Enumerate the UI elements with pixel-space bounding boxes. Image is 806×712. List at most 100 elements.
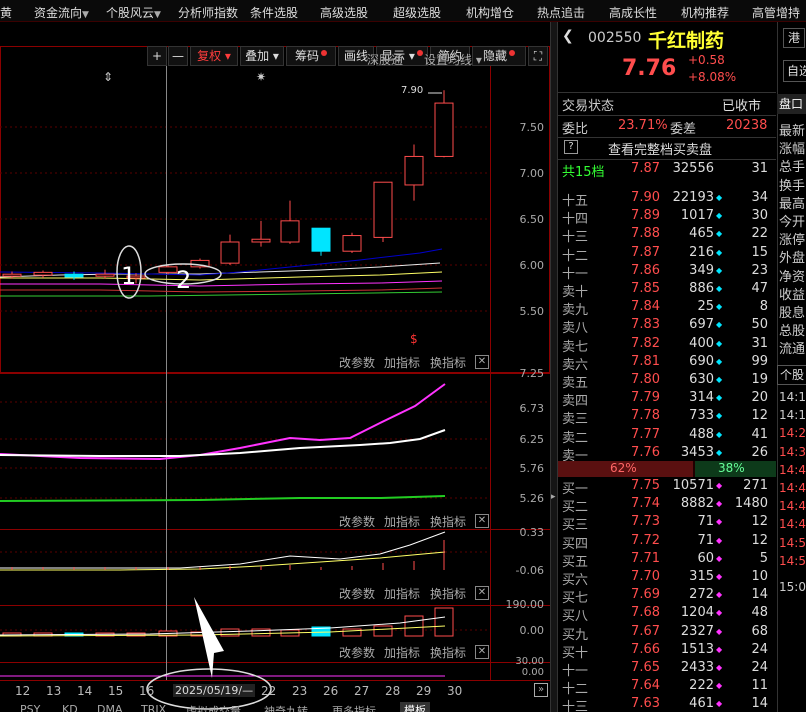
order-count: 11 — [751, 678, 768, 694]
marker-2: 2 — [176, 266, 192, 294]
ind1-add-indicator[interactable]: 加指标 — [384, 354, 420, 371]
menu-item-zijin[interactable]: 资金流向▼ — [34, 4, 89, 21]
buy-row[interactable]: 买二 7.74 8882 ◆ 1480 — [558, 496, 776, 515]
order-level: 卖四 — [562, 394, 589, 410]
sell-row[interactable]: 十四 7.89 1017 ◆ 30 — [558, 208, 776, 227]
ind1-close-icon[interactable]: ✕ — [475, 355, 489, 369]
ma-setting-dropdown[interactable]: 设置均线 ▾ — [424, 51, 482, 68]
ind1-swap-indicator[interactable]: 换指标 — [430, 354, 466, 371]
menu-item-tiaojian[interactable]: 条件选股 — [250, 4, 298, 21]
menu-item-jigou[interactable]: 机构增仓 — [466, 4, 514, 21]
tab-virtual-volume[interactable]: 虚拟成交量 — [186, 703, 241, 712]
tab-pankou[interactable]: 盘口 — [777, 94, 806, 114]
buy-row[interactable]: 买七 7.69 272 ◆ 14 — [558, 587, 776, 607]
menu-item-0[interactable]: 黄 — [0, 4, 12, 21]
buy-row[interactable]: 十三 7.63 461 ◆ 14 — [558, 696, 776, 712]
ind2-add-indicator[interactable]: 加指标 — [384, 513, 420, 530]
buy-row[interactable]: 十一 7.65 2433 ◆ 24 — [558, 660, 776, 679]
buy-row[interactable]: 买十 7.66 1513 ◆ 24 — [558, 642, 776, 661]
tab-trix[interactable]: TRIX — [141, 703, 166, 712]
sell-row[interactable]: 卖五 7.80 630 ◆ 19 — [558, 372, 776, 391]
kline-chart-svg[interactable] — [0, 22, 550, 712]
sell-row[interactable]: 十一 7.86 349 ◆ 23 — [558, 263, 776, 282]
stock-change: +0.58 — [688, 53, 725, 67]
ind2-edit-params[interactable]: 改参数 — [339, 513, 375, 530]
sell-row[interactable]: 卖十 7.85 886 ◆ 47 — [558, 281, 776, 300]
overlay-dropdown[interactable]: 叠加 ▾ — [240, 46, 284, 66]
ind3-close-icon[interactable]: ✕ — [475, 586, 489, 600]
tab-more-indicators[interactable]: 更多指标 — [332, 703, 376, 712]
sell-row[interactable]: 卖九 7.84 25 ◆ 8 — [558, 299, 776, 318]
tab-magic-nine[interactable]: 神奇九转 — [264, 703, 308, 712]
x-tick: 22 — [261, 684, 277, 698]
ind2-swap-indicator[interactable]: 换指标 — [430, 513, 466, 530]
tab-kd[interactable]: KD — [62, 703, 78, 712]
order-count: 48 — [751, 605, 768, 621]
help-icon[interactable]: ? — [564, 140, 578, 154]
order-level: 卖七 — [562, 339, 589, 355]
scroll-right-icon[interactable]: » — [534, 683, 548, 697]
ind2-close-icon[interactable]: ✕ — [475, 514, 489, 528]
buy-row[interactable]: 买一 7.75 10571 ◆ 271 — [558, 478, 776, 497]
tab-gegu[interactable]: 个股 — [777, 365, 806, 385]
ind4-add-indicator[interactable]: 加指标 — [384, 644, 420, 661]
full-order-book-link[interactable]: 查看完整档买卖盘 — [608, 139, 712, 158]
shenggutong-link[interactable]: 深股通 — [367, 51, 403, 68]
zoom-out-button[interactable]: — — [168, 46, 188, 66]
x-tick: 27 — [354, 684, 370, 698]
buy-row[interactable]: 买四 7.72 71 ◆ 12 — [558, 532, 776, 552]
menu-item-jigoutuijian[interactable]: 机构推荐 — [681, 4, 729, 21]
buy-row[interactable]: 买八 7.68 1204 ◆ 48 — [558, 605, 776, 624]
expand-icon[interactable]: ⛶ — [528, 46, 548, 66]
buy-row[interactable]: 买三 7.73 71 ◆ 12 — [558, 514, 776, 533]
order-level: 买七 — [562, 591, 589, 607]
order-price: 7.80 — [631, 372, 660, 387]
splitter-arrow-icon[interactable]: ▸ — [551, 492, 556, 502]
chouma-button[interactable]: 筹码 — [286, 46, 336, 66]
fuquan-dropdown[interactable]: 复权 ▾ — [190, 46, 238, 66]
order-count: 12 — [751, 532, 768, 548]
menu-item-gaoguan[interactable]: 高管增持 — [752, 4, 800, 21]
menu-item-gaoji[interactable]: 高级选股 — [320, 4, 368, 21]
menu-item-fenxishi[interactable]: 分析师指数 — [178, 4, 238, 21]
ind4-edit-params[interactable]: 改参数 — [339, 644, 375, 661]
order-price: 7.84 — [631, 299, 660, 315]
ind3-add-indicator[interactable]: 加指标 — [384, 585, 420, 602]
sell-row[interactable]: 卖八 7.83 697 ◆ 50 — [558, 317, 776, 336]
ind4-swap-indicator[interactable]: 换指标 — [430, 644, 466, 661]
sell-row[interactable]: 十三 7.88 465 ◆ 22 — [558, 226, 776, 245]
buy-row[interactable]: 买五 7.71 60 ◆ 5 — [558, 551, 776, 570]
ind1-y-tick-1: 6.73 — [519, 402, 545, 415]
tab-dma[interactable]: DMA — [97, 703, 123, 712]
ind1-edit-params[interactable]: 改参数 — [339, 354, 375, 371]
menu-item-redian[interactable]: 热点追击 — [537, 4, 585, 21]
sell-row[interactable]: 卖四 7.79 314 ◆ 20 — [558, 390, 776, 410]
sell-row[interactable]: 卖三 7.78 733 ◆ 12 — [558, 408, 776, 427]
panel-splitter[interactable]: ▸ — [550, 22, 558, 712]
buy-row[interactable]: 买六 7.70 315 ◆ 10 — [558, 569, 776, 588]
sell-row[interactable]: 卖二 7.77 488 ◆ 41 — [558, 427, 776, 446]
ind3-swap-indicator[interactable]: 换指标 — [430, 585, 466, 602]
menu-item-gaochengzhang[interactable]: 高成长性 — [609, 4, 657, 21]
tick-time: 14:4 — [779, 481, 806, 495]
sell-row[interactable]: 卖七 7.82 400 ◆ 31 — [558, 336, 776, 355]
sell-row[interactable]: 十五 7.90 22193 ◆ 34 — [558, 190, 776, 209]
tab-psy[interactable]: PSY — [20, 703, 40, 712]
zoom-in-button[interactable]: + — [147, 46, 167, 66]
chart-area[interactable]: + — 复权 ▾ 叠加 ▾ 筹码 画线 显示 ▾ 简约 隐藏 ⛶ 深股通 设置均… — [0, 22, 550, 712]
hk-button[interactable]: 港 — [783, 28, 805, 48]
buy-row[interactable]: 买九 7.67 2327 ◆ 68 — [558, 624, 776, 643]
ind3-edit-params[interactable]: 改参数 — [339, 585, 375, 602]
ind4-close-icon[interactable]: ✕ — [475, 645, 489, 659]
tab-template[interactable]: 模板 — [400, 702, 430, 712]
ind1-y-tick-2: 6.25 — [519, 433, 545, 446]
prev-stock-icon[interactable]: ❮ — [562, 28, 574, 44]
menu-item-gegu[interactable]: 个股风云▼ — [106, 4, 161, 21]
menu-item-chaoji[interactable]: 超级选股 — [393, 4, 441, 21]
x-tick: 15 — [108, 684, 124, 698]
watchlist-button[interactable]: 自选 — [783, 60, 806, 82]
buy-row[interactable]: 十二 7.64 222 ◆ 11 — [558, 678, 776, 697]
order-count: 22 — [751, 226, 768, 242]
sell-row[interactable]: 卖六 7.81 690 ◆ 99 — [558, 354, 776, 373]
sell-row[interactable]: 十二 7.87 216 ◆ 15 — [558, 245, 776, 264]
